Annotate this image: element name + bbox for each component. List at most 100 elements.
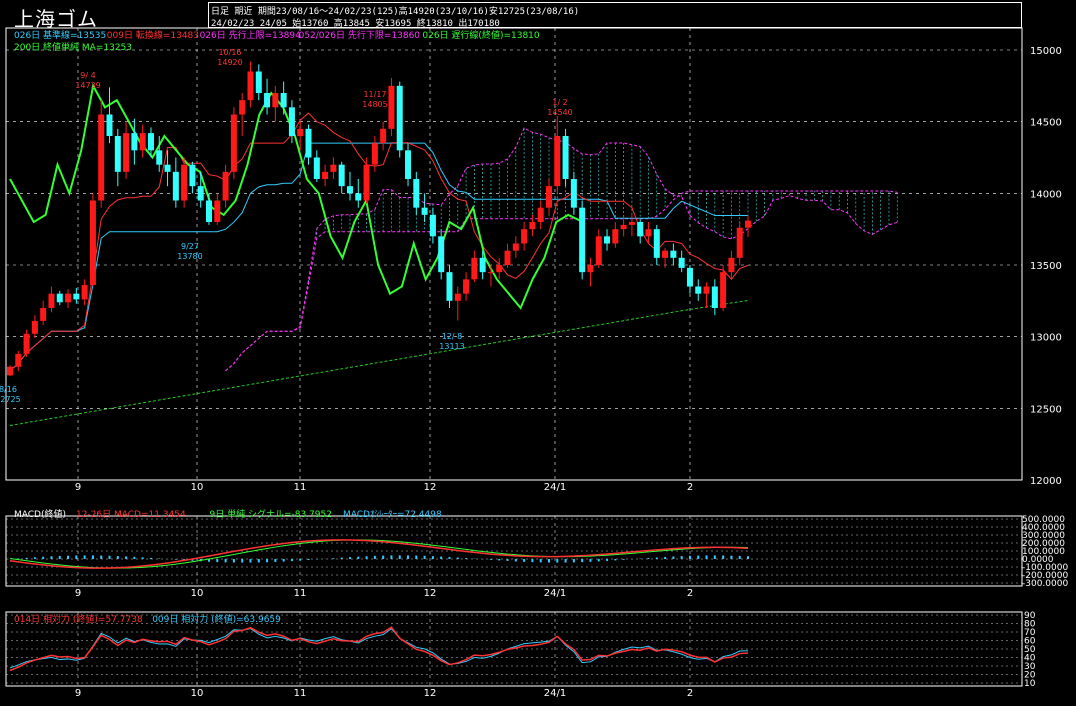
candle-body (628, 222, 635, 225)
rsi-x-tick: 10 (191, 688, 204, 699)
x-tick-label: 10 (191, 482, 204, 493)
candle-body (537, 207, 544, 222)
candle-body (438, 236, 445, 273)
candle-body (496, 265, 503, 273)
candle-body (703, 286, 710, 294)
candle-body (396, 85, 403, 151)
candle-body (247, 71, 254, 101)
candle-body (463, 279, 470, 294)
candle-body (413, 179, 420, 208)
candle-body (239, 100, 246, 115)
candle-body (620, 224, 627, 230)
candle-body (222, 171, 229, 201)
candle-body (131, 133, 138, 151)
rsi-y-tick: 70 (1024, 628, 1036, 638)
rsi-frame (5, 611, 1023, 687)
candle-body (554, 136, 561, 187)
candle-body (214, 200, 221, 222)
candle-body (305, 128, 312, 158)
candle-body (181, 164, 188, 201)
candle-body (579, 207, 586, 273)
x-tick-label: 2 (687, 482, 693, 493)
candle-body (380, 128, 387, 144)
macd-x-tick: 24/1 (544, 588, 566, 599)
annotation-date: 10/16 (218, 48, 241, 57)
candle-body (338, 164, 345, 187)
rsi-y-tick: 40 (1024, 654, 1036, 664)
candle-body (355, 193, 362, 201)
ichimoku-cloud (225, 127, 898, 372)
candle-body (197, 186, 204, 201)
candle-body (678, 257, 685, 268)
macd-line (9, 539, 749, 569)
ma200-line (9, 299, 749, 427)
candle-body (288, 107, 295, 136)
y-tick-label: 14000 (1030, 189, 1062, 200)
candle-body (156, 150, 163, 165)
candle-body (662, 250, 669, 258)
y-tick-label: 13000 (1030, 333, 1062, 344)
candle-body (421, 207, 428, 215)
candle-body (98, 114, 105, 201)
chikou-line (9, 82, 581, 310)
candle-body (720, 272, 727, 308)
candle-body (65, 293, 72, 303)
candle-body (570, 179, 577, 208)
annotation-date: 9/27 (181, 242, 199, 251)
annotation-date: 12/ 8 (442, 332, 463, 341)
candle-body (123, 133, 130, 172)
main-frame (5, 27, 1023, 481)
rsi-legend-item: 014日 相対力 (終値)=57.7738 (14, 613, 143, 625)
tenkan-line (9, 112, 749, 372)
candle-body (471, 257, 478, 280)
candle-body (31, 320, 38, 334)
candle-body (521, 229, 528, 244)
candle-body (454, 293, 461, 301)
candle-body (313, 157, 320, 179)
candle-body (206, 200, 213, 222)
candle-body (653, 229, 660, 258)
annotation-date: 9/ 4 (80, 71, 95, 80)
macd-legend-item: MACD(終値) (14, 508, 66, 520)
macd-x-tick: 12 (424, 588, 437, 599)
candle-body (272, 93, 279, 108)
candle-body (645, 229, 652, 237)
macd-x-tick: 9 (75, 588, 81, 599)
candle-body (322, 171, 329, 179)
legend-item: 009日 転換線=13483 (107, 29, 199, 41)
candle-body (736, 227, 743, 258)
legends: 026日 基準線=13535 009日 転換線=13483 026日 先行上限=13… (14, 29, 540, 53)
candle-body (512, 243, 519, 251)
macd-y-tick: 200.0000 (1022, 539, 1065, 549)
candle-body (529, 222, 536, 230)
candle-body (363, 164, 370, 201)
candle-body (106, 114, 113, 136)
candle-body (711, 286, 718, 308)
rsi-y-tick: 30 (1024, 662, 1036, 672)
macd-y-tick: 400.0000 (1022, 523, 1065, 533)
candle-body (388, 85, 395, 129)
annotations: 9/ 414739 10/1614920 11/1714805 1/ 214540 8/… (0, 48, 573, 404)
annotation-date: 11/17 (363, 90, 386, 99)
header-box: 日足 期近 期間23/08/16～24/02/23(125)高14920(23/… (208, 2, 1022, 29)
x-tick-label: 12 (424, 482, 437, 493)
rsi-x-tick: 12 (424, 688, 437, 699)
rsi-y-tick: 50 (1024, 645, 1036, 655)
y-tick-label: 12000 (1030, 476, 1062, 487)
candle-body (686, 267, 693, 287)
candle-body (670, 250, 677, 258)
rsi-x-tick: 11 (294, 688, 307, 699)
x-tick-label: 9 (75, 482, 81, 493)
macd-frame (5, 515, 1023, 587)
candle-body (330, 164, 337, 172)
rsi-legend-item: 009日 相対力 (終値)=63.9659 (152, 613, 281, 625)
candle-body (114, 136, 121, 172)
macd-x-tick: 2 (687, 588, 693, 599)
legend-item: 052/026日 先行下限=13860 (299, 29, 421, 41)
candle-body (604, 236, 611, 244)
candle-body (139, 133, 146, 151)
annotation-date: 1/ 2 (552, 98, 567, 107)
candle-body (172, 171, 179, 201)
rsi14-line (9, 626, 749, 672)
candle-body (429, 214, 436, 237)
